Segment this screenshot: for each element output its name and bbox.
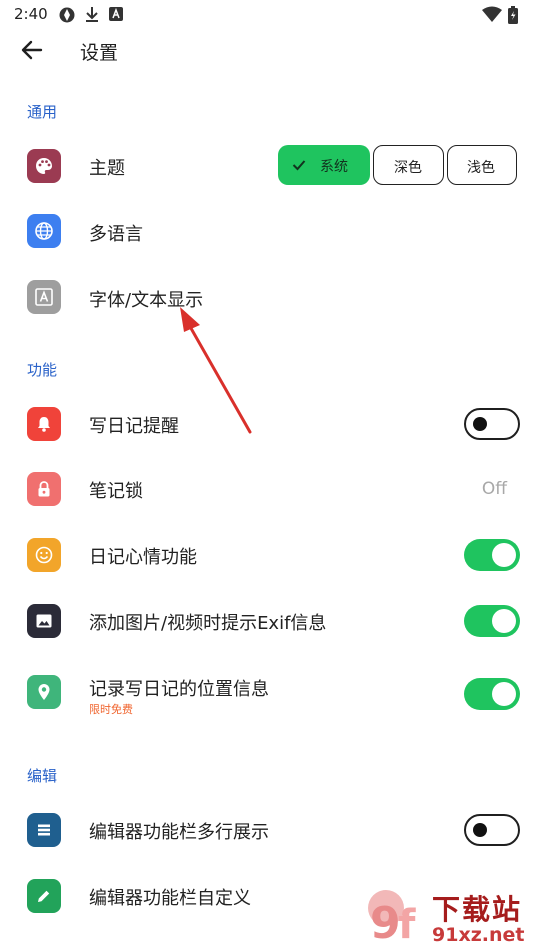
exif-row: 添加图片/视频时提示Exif信息 — [0, 595, 534, 647]
multiline-toolbar-toggle[interactable] — [464, 814, 520, 846]
location-row: 记录写日记的位置信息 限时免费 — [0, 661, 534, 723]
status-time: 2:40 — [14, 5, 48, 23]
bell-icon — [27, 407, 61, 441]
custom-toolbar-label: 编辑器功能栏自定义 — [89, 888, 251, 909]
theme-option-system-label: 系统 — [320, 159, 348, 175]
back-arrow-icon[interactable] — [18, 36, 46, 64]
multiline-toolbar-label: 编辑器功能栏多行展示 — [89, 822, 269, 843]
watermark-logo-icon: 9 f — [368, 890, 416, 949]
theme-option-dark-label: 深色 — [394, 160, 422, 176]
theme-option-light-label: 浅色 — [467, 160, 495, 176]
status-bar: 2:40 — [0, 0, 534, 28]
mood-toggle[interactable] — [464, 539, 520, 571]
watermark-url: 91xz.net — [432, 924, 525, 946]
page-title: 设置 — [80, 42, 119, 64]
section-editing-header: 编辑 — [27, 767, 58, 785]
location-toggle[interactable] — [464, 678, 520, 710]
svg-text:f: f — [398, 902, 416, 948]
globe-icon — [27, 214, 61, 248]
image-icon — [27, 604, 61, 638]
wifi-icon — [482, 6, 502, 22]
font-display-row[interactable]: 字体/文本显示 — [0, 272, 534, 324]
language-row[interactable]: 多语言 — [0, 206, 534, 258]
download-icon — [86, 7, 98, 22]
font-notification-icon — [109, 7, 123, 21]
multiline-toolbar-row: 编辑器功能栏多行展示 — [0, 804, 534, 856]
mood-label: 日记心情功能 — [89, 547, 197, 568]
theme-option-dark[interactable]: 深色 — [373, 145, 444, 185]
theme-option-system[interactable]: 系统 — [278, 145, 370, 185]
language-label: 多语言 — [89, 224, 143, 245]
check-icon — [292, 160, 306, 171]
theme-option-light[interactable]: 浅色 — [447, 145, 517, 185]
exif-label: 添加图片/视频时提示Exif信息 — [89, 613, 327, 634]
location-label: 记录写日记的位置信息 — [89, 679, 269, 700]
pencil-icon — [27, 879, 61, 913]
palette-icon — [27, 149, 61, 183]
toolbar-rows-icon — [27, 813, 61, 847]
font-icon — [27, 280, 61, 314]
section-features-header: 功能 — [27, 361, 58, 379]
reminder-row: 写日记提醒 — [0, 398, 534, 450]
mood-row: 日记心情功能 — [0, 529, 534, 581]
app-bar: 设置 — [0, 28, 534, 74]
location-pin-icon — [27, 675, 61, 709]
watermark-title: 下载站 — [432, 893, 523, 926]
note-lock-label: 笔记锁 — [89, 481, 143, 502]
lock-icon — [27, 472, 61, 506]
limited-free-badge: 限时免费 — [89, 703, 133, 716]
svg-text:9: 9 — [370, 898, 401, 949]
site-watermark: 9 f 下载站 91xz.net — [360, 886, 534, 950]
note-lock-value: Off — [481, 479, 507, 499]
exif-toggle[interactable] — [464, 605, 520, 637]
battery-icon — [508, 6, 518, 24]
app-notification-icon — [59, 7, 75, 23]
section-general-header: 通用 — [27, 103, 58, 121]
reminder-label: 写日记提醒 — [89, 416, 179, 437]
note-lock-row[interactable]: 笔记锁 Off — [0, 463, 534, 515]
smiley-icon — [27, 538, 61, 572]
theme-label: 主题 — [89, 158, 125, 179]
reminder-toggle[interactable] — [464, 408, 520, 440]
